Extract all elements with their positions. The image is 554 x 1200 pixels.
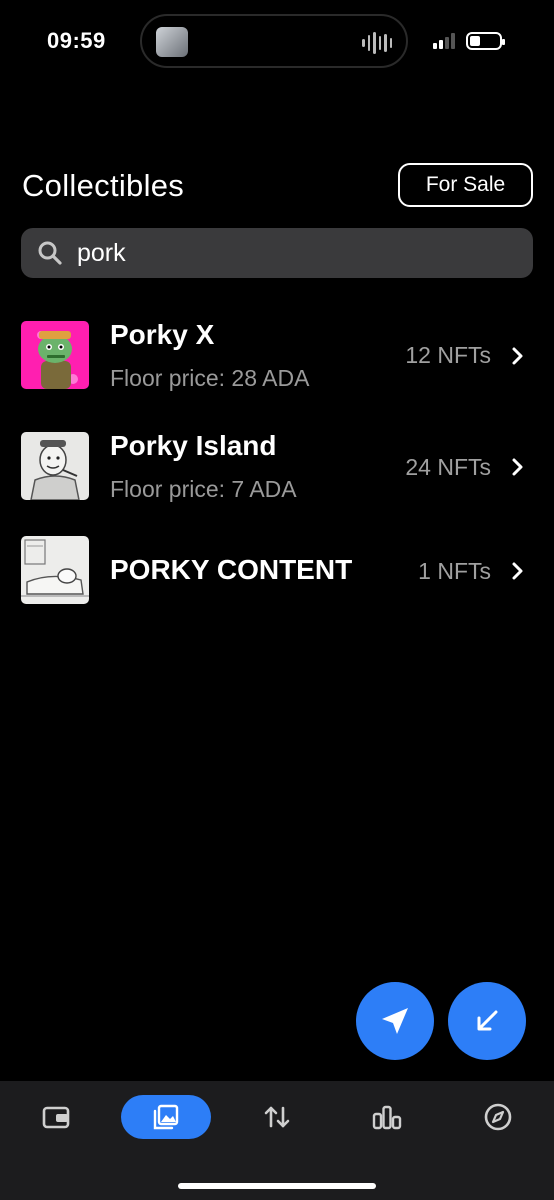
search-icon bbox=[38, 241, 62, 265]
tab-explore[interactable] bbox=[478, 1095, 518, 1139]
chevron-right-icon bbox=[512, 458, 523, 476]
tab-stats[interactable] bbox=[367, 1095, 407, 1139]
compass-icon bbox=[484, 1103, 512, 1131]
tab-wallet[interactable] bbox=[36, 1095, 76, 1139]
cellular-signal-icon bbox=[433, 33, 455, 49]
search-input[interactable] bbox=[77, 238, 497, 268]
search-bar[interactable] bbox=[21, 228, 533, 278]
collection-thumbnail bbox=[21, 432, 89, 500]
send-button[interactable] bbox=[356, 982, 434, 1060]
collection-thumbnail bbox=[21, 321, 89, 389]
collection-name: Porky Island bbox=[110, 430, 277, 461]
chevron-right-icon bbox=[512, 562, 523, 580]
collection-name: Porky X bbox=[110, 319, 215, 350]
collection-nft-count: 24 NFTs bbox=[405, 454, 491, 480]
tab-swap[interactable] bbox=[257, 1095, 297, 1139]
collection-nft-count: 1 NFTs bbox=[418, 558, 491, 584]
dynamic-island[interactable] bbox=[140, 14, 408, 68]
now-playing-artwork bbox=[156, 27, 188, 57]
page-title: Collectibles bbox=[22, 168, 185, 203]
collection-name: PORKY CONTENT bbox=[110, 554, 353, 585]
status-time: 09:59 bbox=[47, 28, 106, 53]
collection-thumbnail bbox=[21, 536, 89, 604]
battery-icon bbox=[466, 32, 505, 50]
swap-icon bbox=[264, 1106, 290, 1128]
gallery-icon bbox=[153, 1104, 179, 1130]
battery-level bbox=[470, 36, 480, 46]
receive-button[interactable] bbox=[448, 982, 526, 1060]
for-sale-button[interactable]: For Sale bbox=[398, 163, 533, 207]
tab-collectibles[interactable] bbox=[121, 1095, 211, 1139]
collection-row-porky-island[interactable]: Porky Island Floor price: 7 ADA 24 NFTs bbox=[21, 430, 533, 502]
collection-nft-count: 12 NFTs bbox=[405, 342, 491, 368]
chart-icon bbox=[372, 1105, 402, 1130]
home-indicator[interactable] bbox=[178, 1183, 376, 1189]
collection-row-porky-x[interactable]: Porky X Floor price: 28 ADA 12 NFTs bbox=[21, 319, 533, 391]
wallet-icon bbox=[42, 1106, 70, 1129]
collection-floor-price: Floor price: 28 ADA bbox=[110, 365, 310, 391]
collection-row-porky-content[interactable]: PORKY CONTENT 1 NFTs bbox=[21, 536, 533, 606]
collection-floor-price: Floor price: 7 ADA bbox=[110, 476, 297, 502]
chevron-right-icon bbox=[512, 347, 523, 365]
audio-waveform-icon bbox=[362, 31, 392, 55]
receive-icon bbox=[477, 1010, 498, 1031]
send-icon bbox=[382, 1008, 408, 1034]
